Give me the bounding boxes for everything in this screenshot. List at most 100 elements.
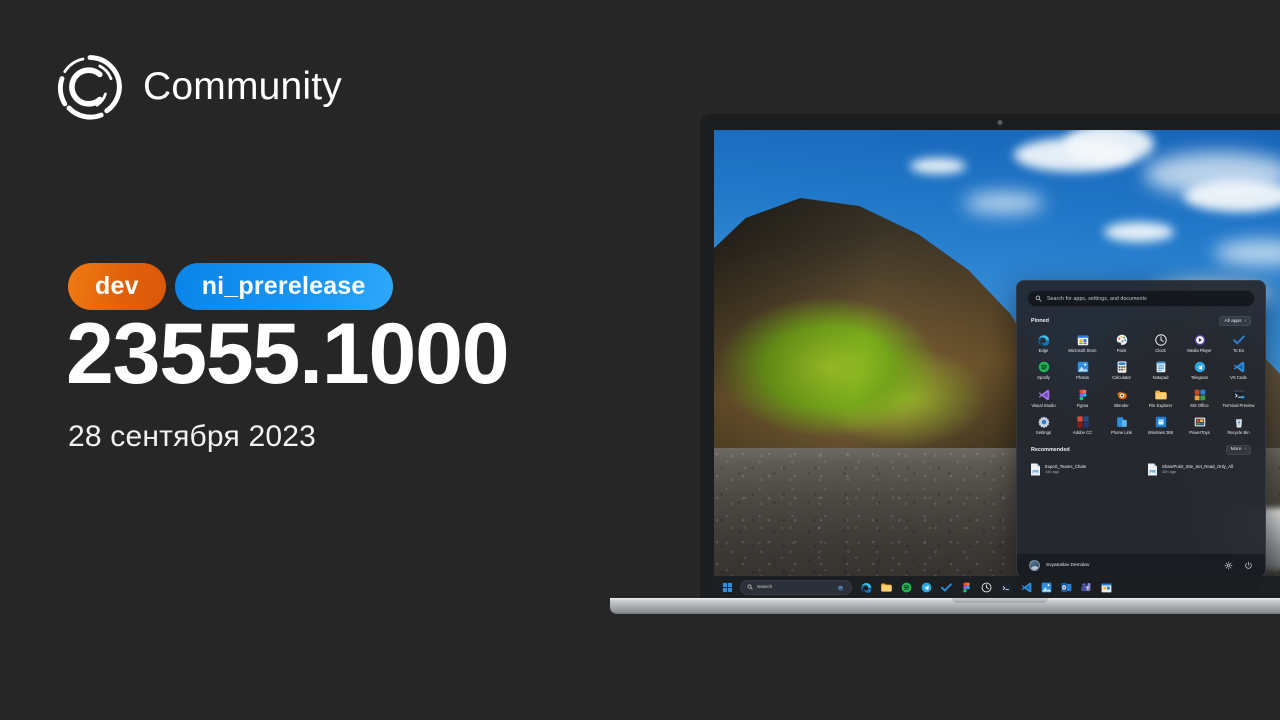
pinned-app-media-player[interactable]: Media Player — [1180, 330, 1219, 355]
adobe-cc-icon — [1076, 416, 1089, 428]
pinned-app-edge[interactable]: Edge — [1024, 330, 1063, 355]
document-file-icon — [1031, 463, 1040, 476]
recommended-item-name: Export_Teams_Chats — [1045, 463, 1087, 469]
file-explorer-icon — [1154, 390, 1167, 400]
cloud-shape — [910, 158, 966, 174]
taskbar-app-spotify[interactable] — [897, 578, 916, 597]
pinned-app-adobe-cc[interactable]: Adobe CC — [1063, 412, 1102, 437]
pinned-app-vs-code[interactable]: VS Code — [1219, 357, 1258, 382]
pinned-app-file-explorer[interactable]: File Explorer — [1141, 385, 1180, 410]
taskbar-app-photos[interactable] — [1037, 578, 1056, 597]
power-icon[interactable] — [1244, 561, 1253, 570]
laptop-bezel: Search for apps, settings, and documents… — [700, 114, 1280, 598]
pinned-app-phone-link[interactable]: Phone Link — [1102, 412, 1141, 437]
taskbar-start-button[interactable] — [718, 578, 736, 596]
to-do-icon — [941, 582, 952, 591]
taskbar-app-outlook[interactable] — [1057, 578, 1076, 597]
pinned-app-label: Telegram — [1190, 375, 1209, 381]
taskbar-app-teams[interactable] — [1077, 578, 1096, 597]
figma-icon — [963, 582, 970, 592]
pinned-app-telegram[interactable]: Telegram — [1180, 357, 1219, 382]
chevron-right-icon: › — [1244, 446, 1247, 452]
copilot-icon[interactable] — [836, 583, 845, 592]
taskbar-search-placeholder: Search — [757, 584, 773, 590]
pinned-app-spotify[interactable]: Spotify — [1024, 357, 1063, 382]
more-label: More — [1230, 447, 1242, 453]
file-explorer-icon — [881, 582, 892, 592]
pinned-app-recycle-bin[interactable]: Recycle Bin — [1219, 412, 1258, 437]
calculator-icon — [1117, 361, 1126, 374]
webcam-icon — [997, 120, 1003, 125]
all-apps-label: All apps — [1224, 318, 1242, 324]
search-icon — [1035, 295, 1042, 302]
visual-studio-icon — [1038, 389, 1049, 401]
taskbar-app-clock[interactable] — [977, 578, 996, 597]
pinned-app-clock[interactable]: Clock — [1141, 330, 1180, 355]
pinned-app-label: Blender — [1114, 402, 1129, 408]
avatar[interactable] — [1029, 560, 1040, 571]
pinned-app-label: Paint — [1116, 348, 1127, 353]
ms-office-icon — [1194, 389, 1205, 401]
pinned-app-visual-studio[interactable]: Visual Studio — [1024, 385, 1063, 410]
figma-icon — [1079, 389, 1086, 401]
pinned-app-powertoys[interactable]: PowerToys — [1180, 412, 1219, 437]
taskbar-app-edge[interactable] — [857, 578, 876, 597]
recycle-bin-icon — [1235, 419, 1242, 428]
pinned-app-windows-365[interactable]: Windows 365 — [1141, 412, 1180, 437]
badge-ni-prerelease: ni_prerelease — [174, 263, 393, 310]
pinned-app-label: Terminal Preview — [1222, 402, 1255, 408]
pinned-app-notepad[interactable]: Notepad — [1141, 357, 1180, 382]
recommended-item[interactable]: SharePoint_Site_Set_Read_Only_All 10h ag… — [1144, 461, 1255, 478]
pinned-app-microsoft-store[interactable]: Microsoft Store — [1063, 330, 1102, 355]
taskbar-app-telegram[interactable] — [917, 578, 936, 597]
outlook-icon — [1061, 582, 1072, 592]
taskbar-app-file-explorer[interactable] — [877, 578, 896, 597]
laptop-lid: Search for apps, settings, and documents… — [700, 114, 1280, 598]
pinned-title: Pinned — [1031, 318, 1049, 324]
start-menu[interactable]: Search for apps, settings, and documents… — [1016, 280, 1266, 578]
taskbar-app-terminal[interactable] — [997, 578, 1016, 597]
pinned-app-label: MS Office — [1190, 402, 1209, 408]
document-file-icon — [1148, 463, 1157, 476]
badge-dev-label: dev — [95, 272, 139, 300]
terminal-preview-icon — [1232, 390, 1245, 400]
taskbar-search-input[interactable]: Search — [740, 579, 852, 595]
community-ring-c-icon — [57, 55, 122, 120]
start-search-row: Search for apps, settings, and documents — [1017, 281, 1265, 312]
pinned-app-calculator[interactable]: Calculator — [1102, 357, 1141, 382]
taskbar: Search — [714, 576, 1280, 598]
recommended-item-name: SharePoint_Site_Set_Read_Only_All — [1162, 463, 1233, 469]
pinned-app-label: Figma — [1076, 402, 1089, 408]
more-button[interactable]: More › — [1225, 444, 1251, 455]
taskbar-app-to-do[interactable] — [937, 578, 956, 597]
recommended-item-time: 10h ago — [1162, 469, 1177, 475]
pinned-app-ms-office[interactable]: MS Office — [1180, 385, 1219, 410]
paint-icon — [1116, 334, 1127, 346]
pinned-app-blender[interactable]: Blender — [1102, 385, 1141, 410]
windows-365-icon — [1155, 416, 1166, 428]
pinned-app-label: Recycle Bin — [1227, 430, 1250, 436]
clock-icon — [981, 582, 992, 592]
taskbar-app-figma[interactable] — [957, 578, 976, 597]
to-do-icon — [1232, 335, 1245, 345]
pinned-app-settings[interactable]: Settings — [1024, 412, 1063, 437]
badge-ni-prerelease-label: ni_prerelease — [201, 272, 366, 300]
taskbar-app-store[interactable] — [1097, 578, 1116, 597]
release-badges: dev ni_prerelease — [68, 263, 393, 310]
all-apps-button[interactable]: All apps › — [1219, 316, 1251, 326]
pinned-app-label: Microsoft Store — [1068, 348, 1097, 353]
account-actions — [1224, 561, 1253, 570]
search-icon — [747, 584, 753, 590]
pinned-app-figma[interactable]: Figma — [1063, 385, 1102, 410]
start-search-placeholder: Search for apps, settings, and documents — [1047, 295, 1147, 302]
taskbar-app-vs-code[interactable] — [1017, 578, 1036, 597]
pinned-app-terminal-preview[interactable]: Terminal Preview — [1219, 385, 1258, 410]
recommended-section-header: Recommended More › — [1017, 438, 1265, 458]
pinned-app-to-do[interactable]: To Do — [1219, 330, 1258, 355]
gear-icon[interactable] — [1224, 561, 1233, 570]
pinned-app-photos[interactable]: Photos — [1063, 357, 1102, 382]
pinned-app-paint[interactable]: Paint — [1102, 330, 1141, 355]
recommended-item[interactable]: Export_Teams_Chats 14h ago — [1027, 461, 1138, 478]
start-search-input[interactable]: Search for apps, settings, and documents — [1027, 290, 1255, 307]
brand-name: Community — [143, 65, 343, 108]
